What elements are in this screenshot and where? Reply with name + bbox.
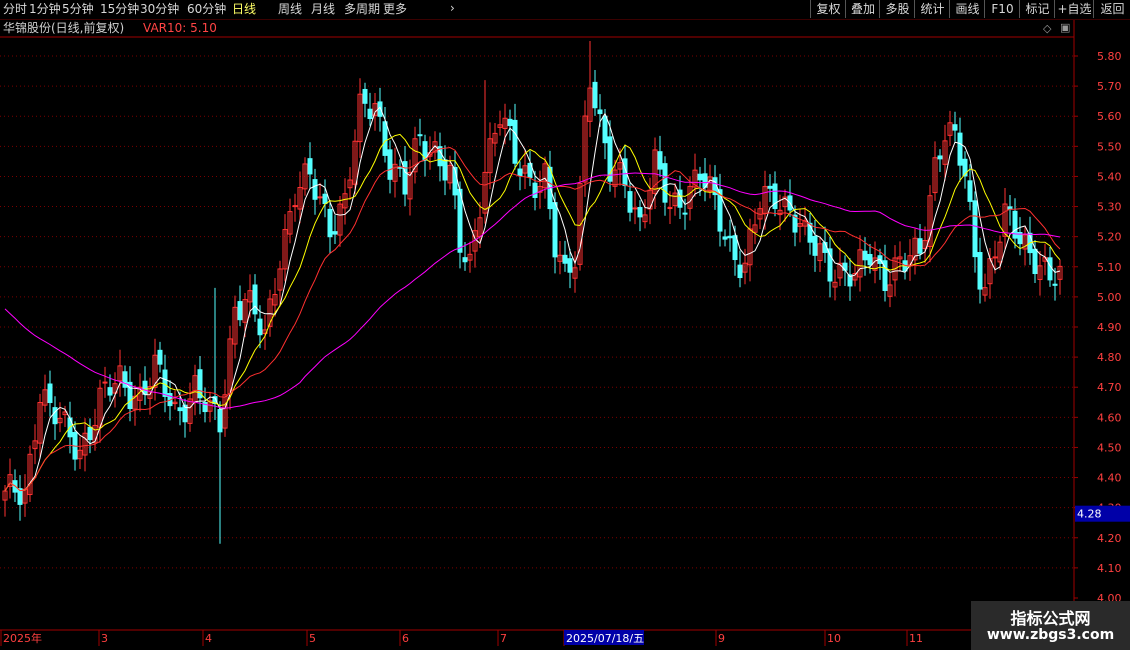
candle-body <box>952 124 958 131</box>
candle-body <box>317 196 323 199</box>
date-label: 2025/07/18/五 <box>566 632 644 645</box>
candle-body <box>862 250 868 261</box>
candle-body <box>157 349 163 365</box>
candle-body <box>197 369 203 399</box>
candle-body <box>697 173 703 181</box>
price-label: 4.10 <box>1097 562 1122 575</box>
price-label: 4.80 <box>1097 351 1122 364</box>
candle-body <box>512 119 518 164</box>
candle-body <box>552 202 558 258</box>
current-price-label: 4.28 <box>1077 508 1102 521</box>
candle-body <box>972 200 978 258</box>
price-label: 5.30 <box>1097 201 1122 214</box>
candle-body <box>517 168 523 177</box>
price-label: 5.60 <box>1097 110 1122 123</box>
candle-body <box>767 185 773 189</box>
candle-body <box>507 118 513 127</box>
candle-body <box>867 253 873 266</box>
date-label: 3 <box>101 632 108 645</box>
watermark-url: www.zbgs3.com <box>986 627 1115 643</box>
candle-body <box>597 109 603 115</box>
candle-body <box>682 212 688 215</box>
candle-body <box>382 121 388 156</box>
candle-body <box>992 256 998 259</box>
ma20-line <box>4 146 1061 492</box>
price-label: 4.50 <box>1097 441 1122 454</box>
candle-body <box>967 180 973 202</box>
price-chart[interactable]: 5.80 5.70 5.60 5.50 5.40 5.30 5.20 5.10 5.00 4.90… <box>0 0 1130 650</box>
watermark-logo: 指标公式网 www.zbgs3.com <box>971 601 1130 650</box>
candle-body <box>1052 283 1058 286</box>
candle-body <box>312 179 318 200</box>
watermark-title: 指标公式网 <box>1010 609 1091 628</box>
price-label: 5.00 <box>1097 291 1122 304</box>
price-label: 4.90 <box>1097 321 1122 334</box>
candle-body <box>417 134 423 137</box>
candle-body <box>977 252 983 290</box>
candle-body <box>387 149 393 180</box>
candle-body <box>87 426 93 441</box>
candle-body <box>362 88 368 104</box>
candle-body <box>162 369 168 397</box>
candle-body <box>322 193 328 205</box>
date-label: 4 <box>205 632 212 645</box>
candle-body <box>637 207 643 218</box>
candle-body <box>812 235 818 256</box>
price-label: 5.20 <box>1097 231 1122 244</box>
price-label: 5.70 <box>1097 80 1122 93</box>
candle-body <box>1032 248 1038 275</box>
candle-body <box>937 155 943 160</box>
price-label: 5.10 <box>1097 261 1122 274</box>
price-label: 5.80 <box>1097 50 1122 63</box>
candle-body <box>627 191 633 213</box>
candle-body <box>562 254 568 264</box>
date-label: 9 <box>718 632 725 645</box>
date-label: 6 <box>402 632 409 645</box>
candle-body <box>732 235 738 261</box>
candle-body <box>462 257 468 263</box>
price-label: 4.70 <box>1097 381 1122 394</box>
candle-body <box>142 380 148 395</box>
candle-body <box>957 132 963 166</box>
candle-body <box>217 409 223 433</box>
price-label: 4.40 <box>1097 472 1122 485</box>
candle-body <box>442 159 448 181</box>
candle-body <box>662 163 668 203</box>
candle-body <box>722 236 728 240</box>
price-label: 4.60 <box>1097 411 1122 424</box>
candle-body <box>602 115 608 144</box>
candle-body <box>292 205 298 208</box>
candle-body <box>47 383 53 404</box>
candle-body <box>567 258 573 273</box>
candle-body <box>237 301 243 321</box>
candle-body <box>102 381 108 384</box>
price-label: 5.40 <box>1097 170 1122 183</box>
candle-body <box>252 284 258 315</box>
candle-body <box>727 235 733 239</box>
candle-body <box>367 108 373 120</box>
candle-body <box>532 182 538 198</box>
candle-body <box>327 208 333 238</box>
candle-body <box>332 231 338 235</box>
date-label: 2025年 <box>3 631 42 645</box>
candle-body <box>592 81 598 109</box>
candle-body <box>632 207 638 210</box>
candle-body <box>307 158 313 175</box>
candle-body <box>917 238 923 254</box>
candle-body <box>107 387 113 396</box>
date-label: 7 <box>500 632 507 645</box>
candle-body <box>657 151 663 170</box>
date-label: 11 <box>909 632 923 645</box>
date-label: 5 <box>309 632 316 645</box>
candle-body <box>737 264 743 279</box>
candle-body <box>257 318 263 336</box>
price-label: 4.20 <box>1097 532 1122 545</box>
date-label: 10 <box>827 632 841 645</box>
candle-body <box>667 207 673 210</box>
candle-body <box>177 407 183 412</box>
candle-body <box>1047 257 1053 281</box>
price-label: 5.50 <box>1097 140 1122 153</box>
